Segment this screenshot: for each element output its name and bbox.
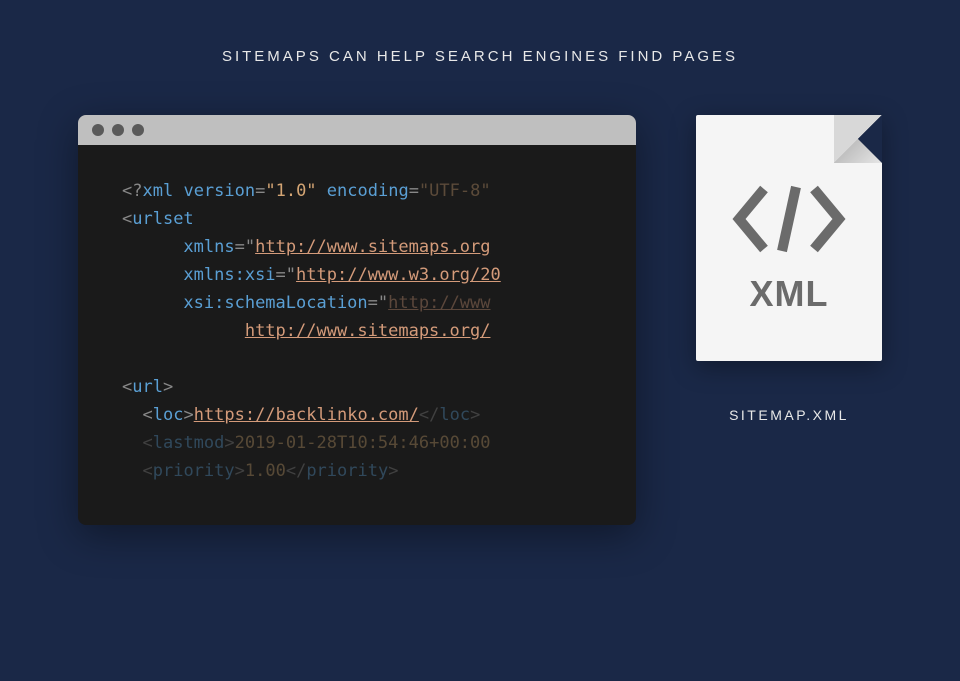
urlset-tag: urlset [132, 209, 193, 229]
lastmod-tag: lastmod [153, 433, 225, 453]
version-val: "1.0" [265, 181, 316, 201]
priority-val: 1.00 [245, 461, 286, 481]
version-attr: version [183, 181, 255, 201]
loc-tag: loc [153, 405, 184, 425]
schema-val1: http://www [388, 293, 490, 313]
url-open: < [122, 377, 132, 397]
traffic-light-close-icon [92, 124, 104, 136]
encoding-attr: encoding [327, 181, 409, 201]
content-row: <?xml version="1.0" encoding="UTF-8" <ur… [0, 65, 960, 525]
xmlns-xsi-val: http://www.w3.org/20 [296, 265, 501, 285]
loc-val: https://backlinko.com/ [194, 405, 419, 425]
url-close: > [163, 377, 173, 397]
schema-val2: http://www.sitemaps.org/ [245, 321, 491, 341]
lastmod-val: 2019-01-28T10:54:46+00:00 [235, 433, 491, 453]
encoding-val: "UTF-8" [419, 181, 491, 201]
file-fold-corner [834, 115, 882, 163]
code-block: <?xml version="1.0" encoding="UTF-8" <ur… [78, 145, 636, 525]
code-brackets-icon [729, 179, 849, 259]
urlset-open: < [122, 209, 132, 229]
window-titlebar [78, 115, 636, 145]
traffic-light-zoom-icon [132, 124, 144, 136]
code-window: <?xml version="1.0" encoding="UTF-8" <ur… [78, 115, 636, 525]
xmlns-attr: xmlns [183, 237, 234, 257]
priority-tag: priority [153, 461, 235, 481]
xml-file-icon: XML [696, 115, 882, 361]
page-heading: SITEMAPS CAN HELP SEARCH ENGINES FIND PA… [0, 0, 960, 65]
xmlns-xsi-attr: xmlns:xsi [183, 265, 275, 285]
url-tag: url [132, 377, 163, 397]
file-column: XML SITEMAP.XML [696, 115, 882, 423]
schema-attr: xsi:schemaLocation [183, 293, 367, 313]
file-ext-label: XML [750, 273, 829, 315]
xml-decl-open: <? [122, 181, 142, 201]
xml-decl-tag: xml [142, 181, 173, 201]
filename-label: SITEMAP.XML [729, 407, 849, 423]
xmlns-val: http://www.sitemaps.org [255, 237, 490, 257]
traffic-light-minimize-icon [112, 124, 124, 136]
